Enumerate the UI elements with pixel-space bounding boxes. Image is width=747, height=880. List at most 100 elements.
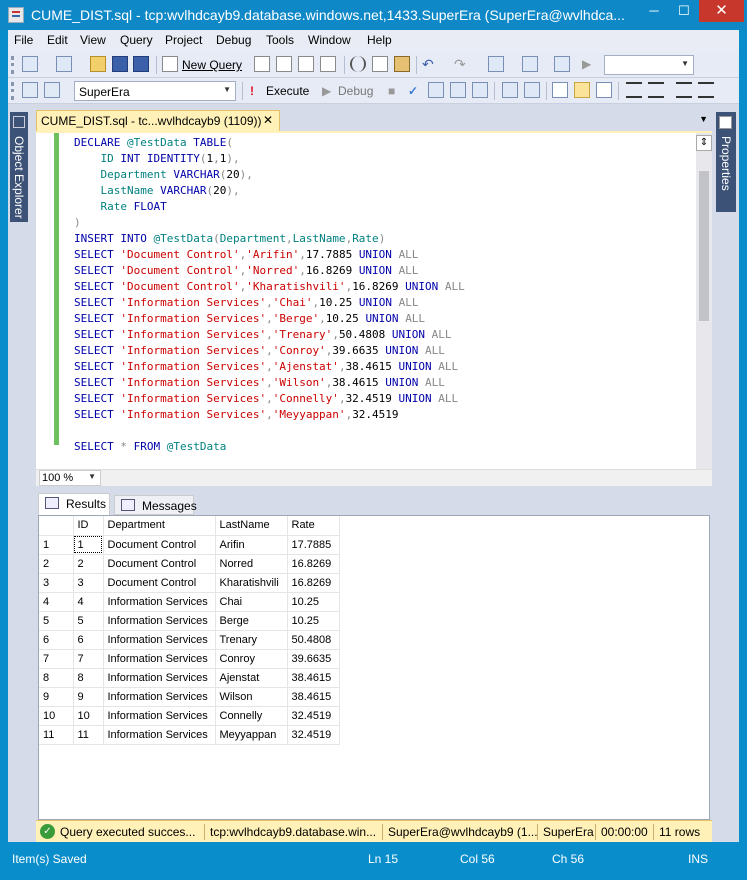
split-editor-icon[interactable]: ⇕	[696, 135, 712, 151]
cell-rate[interactable]: 32.4519	[287, 706, 340, 726]
cell-id[interactable]: 1	[73, 535, 104, 555]
table-row[interactable]: 3 3 Document Control Kharatishvili 16.8269	[39, 573, 340, 593]
cell-lastname[interactable]: Norred	[215, 554, 288, 574]
change-connection-icon[interactable]	[44, 82, 60, 98]
column-header[interactable]: Department	[103, 516, 216, 536]
cut-icon[interactable]	[350, 56, 366, 72]
scrollbar-thumb[interactable]	[699, 171, 709, 321]
cancel-query-icon[interactable]: ■	[388, 84, 395, 98]
maximize-button[interactable]: ☐	[670, 0, 698, 22]
table-row[interactable]: 8 8 Information Services Ajenstat 38.4615	[39, 668, 340, 688]
zoom-dropdown[interactable]: 100 % ▼	[39, 470, 101, 486]
menu-edit[interactable]: Edit	[47, 33, 68, 47]
uncomment-icon[interactable]	[648, 82, 664, 98]
cell-id[interactable]: 11	[73, 725, 104, 745]
cell-lastname[interactable]: Ajenstat	[215, 668, 288, 688]
table-row[interactable]: 2 2 Document Control Norred 16.8269	[39, 554, 340, 574]
cell-department[interactable]: Information Services	[103, 725, 216, 745]
properties-tab[interactable]: Properties	[716, 112, 736, 212]
results-to-file-icon[interactable]	[596, 82, 612, 98]
table-row[interactable]: 4 4 Information Services Chai 10.25	[39, 592, 340, 612]
column-header[interactable]: Rate	[287, 516, 340, 536]
row-number[interactable]: 9	[39, 687, 74, 707]
cell-rate[interactable]: 39.6635	[287, 649, 340, 669]
navigate-backward-icon[interactable]	[488, 56, 504, 72]
cell-rate[interactable]: 50.4808	[287, 630, 340, 650]
debug-button[interactable]: Debug	[338, 84, 373, 98]
redo-icon[interactable]: ↷	[454, 56, 470, 72]
analysis-dmx-query-icon[interactable]	[298, 56, 314, 72]
cell-id[interactable]: 4	[73, 592, 104, 612]
table-row[interactable]: 1 1 Document Control Arifin 17.7885	[39, 535, 340, 555]
cell-id[interactable]: 8	[73, 668, 104, 688]
cell-lastname[interactable]: Kharatishvili	[215, 573, 288, 593]
increase-indent-icon[interactable]	[698, 82, 714, 98]
cell-department[interactable]: Document Control	[103, 554, 216, 574]
cell-department[interactable]: Information Services	[103, 630, 216, 650]
toolbar-grip[interactable]	[11, 82, 14, 100]
cell-lastname[interactable]: Connelly	[215, 706, 288, 726]
menu-help[interactable]: Help	[367, 33, 392, 47]
object-explorer-tab[interactable]: Object Explorer	[10, 112, 28, 222]
menu-file[interactable]: File	[14, 33, 33, 47]
row-number[interactable]: 11	[39, 725, 74, 745]
row-number[interactable]: 10	[39, 706, 74, 726]
cell-id[interactable]: 6	[73, 630, 104, 650]
sql-code[interactable]: DECLARE @TestData TABLE( ID INT IDENTITY…	[74, 135, 465, 455]
results-grid[interactable]: ID Department LastName Rate 1 1 Document C…	[38, 515, 710, 820]
minimize-button[interactable]: ─	[640, 0, 668, 22]
row-number[interactable]: 1	[39, 535, 74, 555]
include-plan-icon[interactable]	[524, 82, 540, 98]
cell-id[interactable]: 10	[73, 706, 104, 726]
intellisense-icon[interactable]	[502, 82, 518, 98]
estimated-plan-icon[interactable]	[428, 82, 444, 98]
cell-rate[interactable]: 16.8269	[287, 573, 340, 593]
cell-lastname[interactable]: Wilson	[215, 687, 288, 707]
cell-rate[interactable]: 16.8269	[287, 554, 340, 574]
table-row[interactable]: 7 7 Information Services Conroy 39.6635	[39, 649, 340, 669]
cell-lastname[interactable]: Conroy	[215, 649, 288, 669]
cell-id[interactable]: 7	[73, 649, 104, 669]
row-number[interactable]: 3	[39, 573, 74, 593]
cell-rate[interactable]: 10.25	[287, 611, 340, 631]
analysis-mdx-query-icon[interactable]	[276, 56, 292, 72]
column-header[interactable]: ID	[73, 516, 104, 536]
new-project-icon[interactable]	[22, 56, 38, 72]
cell-lastname[interactable]: Meyyappan	[215, 725, 288, 745]
cell-id[interactable]: 3	[73, 573, 104, 593]
comment-icon[interactable]	[626, 82, 642, 98]
cell-department[interactable]: Information Services	[103, 706, 216, 726]
title-bar[interactable]: CUME_DIST.sql - tcp:wvlhdcayb9.database.…	[0, 0, 747, 30]
tab-messages[interactable]: Messages	[114, 495, 197, 515]
row-number[interactable]: 6	[39, 630, 74, 650]
specify-values-icon[interactable]	[472, 82, 488, 98]
cell-lastname[interactable]: Berge	[215, 611, 288, 631]
row-number[interactable]: 8	[39, 668, 74, 688]
menu-view[interactable]: View	[80, 33, 106, 47]
row-number[interactable]: 5	[39, 611, 74, 631]
undo-icon[interactable]: ↶	[422, 56, 438, 72]
cell-rate[interactable]: 32.4519	[287, 725, 340, 745]
cell-rate[interactable]: 38.4615	[287, 668, 340, 688]
copy-icon[interactable]	[372, 56, 388, 72]
decrease-indent-icon[interactable]	[676, 82, 692, 98]
cell-department[interactable]: Information Services	[103, 592, 216, 612]
query-editor[interactable]: DECLARE @TestData TABLE( ID INT IDENTITY…	[36, 131, 712, 471]
close-button[interactable]: ✕	[699, 0, 744, 22]
editor-vertical-scrollbar[interactable]: ⇕	[696, 133, 712, 471]
document-list-icon[interactable]: ▼	[699, 114, 708, 124]
row-number[interactable]: 2	[39, 554, 74, 574]
table-row[interactable]: 9 9 Information Services Wilson 38.4615	[39, 687, 340, 707]
save-all-icon[interactable]	[133, 56, 149, 72]
cell-rate[interactable]: 10.25	[287, 592, 340, 612]
menu-debug[interactable]: Debug	[216, 33, 251, 47]
menu-tools[interactable]: Tools	[266, 33, 294, 47]
column-header[interactable]: LastName	[215, 516, 288, 536]
parse-icon[interactable]: ✓	[408, 84, 418, 98]
menu-query[interactable]: Query	[120, 33, 153, 47]
document-tab[interactable]: CUME_DIST.sql - tc...wvlhdcayb9 (1109)) …	[36, 110, 280, 131]
cell-rate[interactable]: 38.4615	[287, 687, 340, 707]
cell-id[interactable]: 2	[73, 554, 104, 574]
cell-lastname[interactable]: Trenary	[215, 630, 288, 650]
new-query-icon[interactable]	[162, 56, 178, 72]
